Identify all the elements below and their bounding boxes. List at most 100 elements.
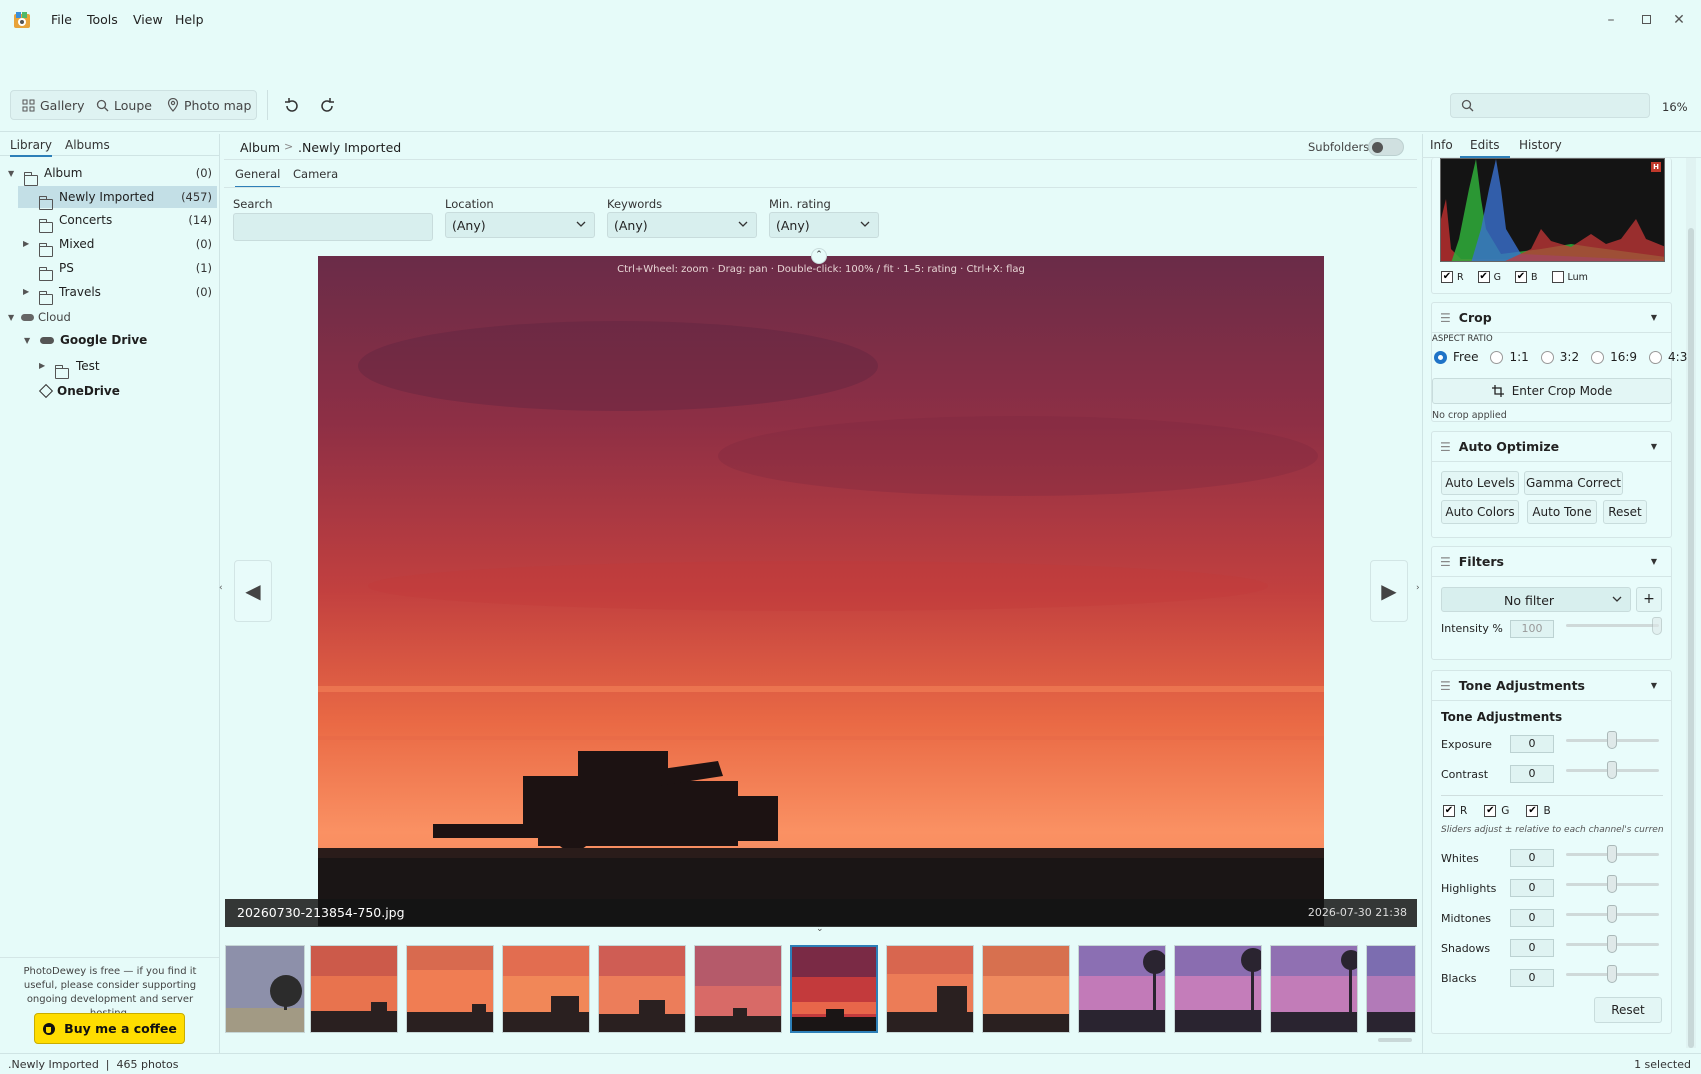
- tab-albums[interactable]: Albums: [65, 138, 110, 152]
- tree-item-travels[interactable]: ▶ Travels (0): [0, 281, 218, 305]
- rating-select[interactable]: (Any): [769, 212, 879, 238]
- exposure-value[interactable]: 0: [1510, 735, 1554, 753]
- location-select[interactable]: (Any): [445, 212, 595, 238]
- tab-camera[interactable]: Camera: [293, 167, 338, 181]
- tree-item-ps[interactable]: PS (1): [0, 257, 218, 281]
- caret-right-icon[interactable]: ▶: [23, 239, 29, 248]
- minimize-icon[interactable]: –: [1601, 10, 1621, 30]
- filter-select[interactable]: No filter: [1441, 587, 1631, 612]
- highlights-value[interactable]: 0: [1510, 879, 1554, 897]
- shadows-value[interactable]: 0: [1510, 939, 1554, 957]
- collapse-icon[interactable]: ▼: [1651, 313, 1657, 322]
- contrast-value[interactable]: 0: [1510, 765, 1554, 783]
- thumbnail[interactable]: [225, 945, 305, 1033]
- close-icon[interactable]: ✕: [1669, 10, 1689, 30]
- highlights-slider-thumb[interactable]: [1607, 875, 1617, 893]
- drag-handle-icon[interactable]: ☰: [1440, 555, 1451, 569]
- hist-r-checkbox[interactable]: ✔: [1441, 271, 1453, 283]
- ratio-1-1-radio[interactable]: [1490, 350, 1504, 364]
- tone-b-checkbox[interactable]: ✔: [1526, 805, 1539, 817]
- tone-r-checkbox[interactable]: ✔: [1443, 805, 1455, 817]
- auto-tone-button[interactable]: Auto Tone: [1527, 500, 1597, 524]
- buy-coffee-button[interactable]: Buy me a coffee: [34, 1013, 185, 1044]
- whites-slider-thumb[interactable]: [1607, 845, 1617, 863]
- tree-item-album[interactable]: ▼ Album (0): [0, 162, 218, 186]
- auto-levels-button[interactable]: Auto Levels: [1441, 471, 1519, 495]
- rotate-right-icon[interactable]: [318, 97, 336, 115]
- right-scrollbar[interactable]: [1686, 158, 1696, 1048]
- add-filter-button[interactable]: +: [1636, 587, 1662, 612]
- auto-colors-button[interactable]: Auto Colors: [1441, 500, 1519, 524]
- hist-g-checkbox[interactable]: ✔: [1477, 271, 1490, 283]
- ratio-4-3-radio[interactable]: [1649, 350, 1663, 364]
- gamma-correct-button[interactable]: Gamma Correct: [1524, 471, 1623, 495]
- caret-right-icon[interactable]: ▶: [39, 361, 45, 370]
- drag-handle-icon[interactable]: ☰: [1440, 440, 1451, 454]
- blacks-value[interactable]: 0: [1510, 969, 1554, 987]
- thumbnail[interactable]: [886, 945, 974, 1033]
- contrast-slider-thumb[interactable]: [1607, 761, 1617, 779]
- rotate-left-icon[interactable]: [283, 97, 301, 115]
- caret-right-icon[interactable]: ▶: [23, 287, 29, 296]
- thumbnail[interactable]: [502, 945, 590, 1033]
- ratio-free-radio[interactable]: [1434, 350, 1447, 364]
- ratio-3-2-radio[interactable]: [1540, 350, 1554, 364]
- exposure-slider-thumb[interactable]: [1607, 731, 1617, 749]
- thumbnail[interactable]: [1270, 945, 1358, 1033]
- menu-file[interactable]: File: [51, 12, 72, 27]
- search-input[interactable]: [1450, 93, 1650, 118]
- hist-lum-checkbox[interactable]: [1551, 271, 1564, 283]
- maximize-icon[interactable]: [1636, 10, 1656, 30]
- tab-history[interactable]: History: [1519, 138, 1562, 152]
- drag-handle-icon[interactable]: ☰: [1440, 311, 1451, 325]
- collapse-left-icon[interactable]: ‹: [219, 583, 223, 593]
- thumbnail-selected[interactable]: [790, 945, 878, 1033]
- auto-reset-button[interactable]: Reset: [1603, 500, 1647, 524]
- thumbnail[interactable]: [694, 945, 782, 1033]
- tree-item-newly-imported[interactable]: Newly Imported (457): [18, 186, 217, 210]
- thumbnail[interactable]: [982, 945, 1070, 1033]
- caret-down-icon[interactable]: ▼: [24, 336, 30, 345]
- tab-library[interactable]: Library: [10, 138, 52, 157]
- caret-down-icon[interactable]: ▼: [8, 169, 14, 178]
- keywords-select[interactable]: (Any): [607, 212, 757, 238]
- tab-general[interactable]: General: [235, 167, 281, 188]
- intensity-slider-thumb[interactable]: [1652, 617, 1662, 635]
- tree-item-concerts[interactable]: Concerts (14): [0, 209, 218, 233]
- intensity-slider[interactable]: [1566, 624, 1659, 627]
- drag-handle-icon[interactable]: ☰: [1440, 679, 1451, 693]
- shadows-slider-thumb[interactable]: [1607, 935, 1617, 953]
- tone-g-checkbox[interactable]: ✔: [1484, 805, 1497, 817]
- auto-optimize-header[interactable]: ☰ Auto Optimize ▼: [1432, 432, 1671, 462]
- tree-item-mixed[interactable]: ▶ Mixed (0): [0, 233, 218, 257]
- tone-reset-button[interactable]: Reset: [1594, 997, 1662, 1023]
- blacks-slider-thumb[interactable]: [1607, 965, 1617, 983]
- intensity-value[interactable]: 100: [1510, 620, 1554, 638]
- tab-info[interactable]: Info: [1430, 138, 1453, 152]
- menu-view[interactable]: View: [133, 12, 163, 27]
- hist-b-checkbox[interactable]: ✔: [1514, 271, 1527, 283]
- midtones-slider-thumb[interactable]: [1607, 905, 1617, 923]
- subfolders-toggle[interactable]: [1368, 138, 1404, 156]
- collapse-icon[interactable]: ▼: [1651, 557, 1657, 566]
- enter-crop-button[interactable]: Enter Crop Mode: [1432, 378, 1672, 404]
- collapse-filters-icon[interactable]: ⌃: [811, 248, 827, 264]
- thumbnail[interactable]: [1366, 945, 1416, 1033]
- histogram-clip-flag[interactable]: H: [1651, 162, 1661, 172]
- thumbnail[interactable]: [310, 945, 398, 1033]
- menu-tools[interactable]: Tools: [87, 12, 118, 27]
- gallery-button[interactable]: Gallery: [22, 96, 85, 114]
- photo-map-button[interactable]: Photo map: [167, 96, 251, 114]
- tab-edits[interactable]: Edits: [1460, 138, 1510, 158]
- main-photo[interactable]: [318, 256, 1324, 926]
- tree-item-cloud[interactable]: ▼ Cloud: [0, 306, 218, 328]
- tone-header[interactable]: ☰ Tone Adjustments ▼: [1432, 671, 1671, 701]
- loupe-button[interactable]: Loupe: [96, 96, 152, 114]
- tree-item-test[interactable]: ▶ Test: [0, 355, 218, 379]
- crop-header[interactable]: ☰ Crop ▼: [1432, 303, 1671, 333]
- collapse-icon[interactable]: ▼: [1651, 442, 1657, 451]
- filmstrip-scrollbar[interactable]: [1378, 1038, 1412, 1042]
- thumbnail[interactable]: [406, 945, 494, 1033]
- collapse-strip-icon[interactable]: ⌄: [816, 924, 824, 934]
- collapse-right-icon[interactable]: ›: [1416, 583, 1420, 593]
